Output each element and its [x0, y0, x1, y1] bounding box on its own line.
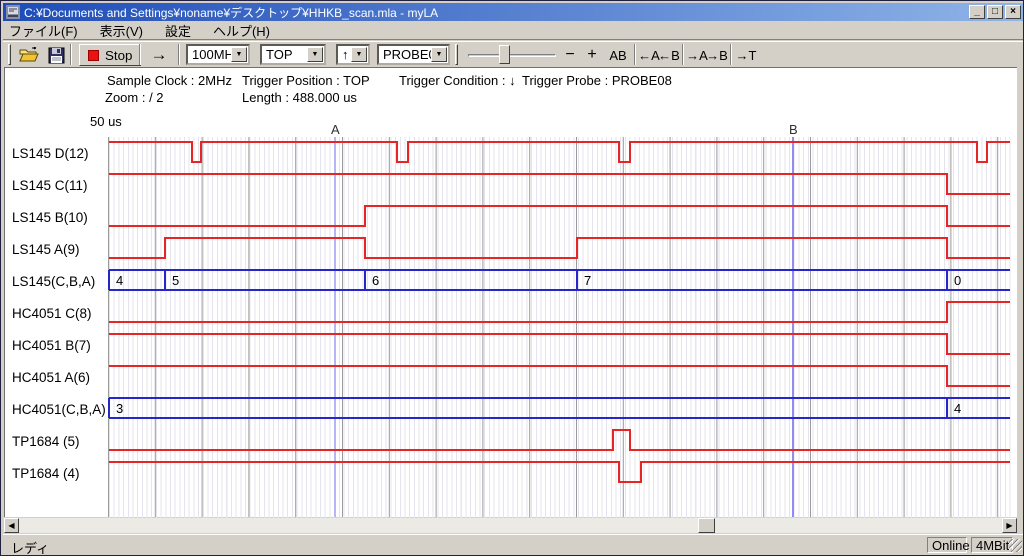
open-file-button[interactable] [17, 43, 41, 67]
menu-view[interactable]: 表示(V) [100, 21, 143, 40]
open-folder-icon [19, 47, 39, 63]
scroll-right-button[interactable]: ▶ [1002, 518, 1017, 533]
channel-label: HC4051 B(7) [12, 338, 91, 353]
app-icon [6, 5, 20, 19]
toolbar-separator [634, 44, 636, 65]
stop-icon [88, 50, 99, 61]
zoom-slider-track[interactable] [468, 54, 556, 57]
toolbar-grip [455, 44, 458, 65]
zoom-in-button[interactable]: + [583, 43, 601, 67]
goto-marker-b-right-button[interactable]: →B [707, 43, 727, 67]
zoom-slider-thumb[interactable] [499, 45, 510, 64]
chevron-down-icon[interactable]: ▼ [431, 47, 447, 62]
toolbar: Stop → 100MHz ▼ TOP ▼ ↑ ▼ PROBE00 ▼ − + … [3, 41, 1023, 67]
bus-value-label: 4 [954, 401, 961, 416]
title-bar: C:¥Documents and Settings¥noname¥デスクトップ¥… [3, 3, 1023, 21]
toolbar-separator [178, 44, 180, 65]
bus-value-label: 4 [116, 273, 123, 288]
bus-value-label: 7 [584, 273, 591, 288]
channel-label: TP1684 (5) [12, 434, 80, 449]
right-arrow-icon: ▶ [1006, 521, 1012, 530]
save-floppy-icon [48, 47, 65, 64]
save-file-button[interactable] [44, 43, 68, 67]
close-button[interactable]: × [1005, 5, 1021, 19]
menu-settings[interactable]: 設定 [165, 21, 191, 40]
channel-label: HC4051 C(8) [12, 306, 92, 321]
marker-a-label: A [331, 122, 340, 137]
chevron-down-icon[interactable]: ▼ [351, 47, 367, 62]
bus-value-label: 5 [172, 273, 179, 288]
channel-label: LS145 C(11) [12, 178, 88, 193]
horizontal-scrollbar[interactable]: ◀ ▶ [4, 518, 1017, 533]
sample-clock-select[interactable]: 100MHz ▼ [186, 44, 250, 65]
goto-marker-a-right-button[interactable]: →A [687, 43, 707, 67]
zoom-out-button[interactable]: − [561, 43, 579, 67]
scrollbar-thumb[interactable] [698, 518, 715, 533]
goto-trigger-button[interactable]: →T [736, 43, 756, 67]
bus-value-label: 0 [954, 273, 961, 288]
maximize-button[interactable]: □ [987, 5, 1003, 19]
waveform-trace [109, 334, 1010, 354]
chevron-down-icon[interactable]: ▼ [231, 47, 247, 62]
menu-file[interactable]: ファイル(F) [9, 21, 78, 40]
run-forward-button[interactable]: → [145, 43, 173, 67]
waveform-trace [109, 462, 1010, 482]
toolbar-separator [70, 44, 72, 65]
trigger-probe-select[interactable]: PROBE00 ▼ [377, 44, 450, 65]
bus-value-label: 3 [116, 401, 123, 416]
channel-label: LS145 B(10) [12, 210, 88, 225]
toolbar-separator [730, 44, 732, 65]
scroll-left-button[interactable]: ◀ [4, 518, 19, 533]
minimize-button[interactable]: _ [969, 5, 985, 19]
trigger-edge-select[interactable]: ↑ ▼ [336, 44, 370, 65]
channel-label: LS145 A(9) [12, 242, 80, 257]
goto-marker-b-left-button[interactable]: ←B [659, 43, 679, 67]
status-bar: レディ Online 4MBit [3, 534, 1023, 554]
status-online: Online [927, 537, 967, 553]
waveform-trace [109, 430, 1010, 450]
channel-label: HC4051(C,B,A) [12, 402, 106, 417]
waveform-panel: Sample Clock : 2MHz Trigger Position : T… [4, 67, 1017, 517]
stop-button[interactable]: Stop [79, 44, 141, 66]
status-message: レディ [11, 538, 49, 556]
toolbar-separator [682, 44, 684, 65]
status-memory: 4MBit [971, 537, 1013, 553]
goto-marker-a-left-button[interactable]: ←A [639, 43, 659, 67]
channel-label: LS145(C,B,A) [12, 274, 95, 289]
resize-grip[interactable] [1009, 539, 1022, 552]
trigger-position-select[interactable]: TOP ▼ [260, 44, 326, 65]
menu-bar: ファイル(F) 表示(V) 設定 ヘルプ(H) [3, 21, 1023, 40]
channel-label: LS145 D(12) [12, 146, 89, 161]
bus-value-label: 6 [372, 273, 379, 288]
left-arrow-icon: ◀ [8, 521, 14, 530]
waveform-trace [109, 142, 1010, 162]
marker-b-label: B [789, 122, 798, 137]
toolbar-separator [139, 44, 141, 65]
waveform-trace [109, 238, 1010, 258]
channel-label: TP1684 (4) [12, 466, 80, 481]
zoom-ab-button[interactable]: AB [605, 43, 631, 67]
application-window: C:¥Documents and Settings¥noname¥デスクトップ¥… [0, 0, 1024, 556]
waveform-trace [109, 366, 1010, 386]
waveform-canvas: A B LS145 D(12) LS145 C(11) LS145 B(10) LS145… [5, 68, 1018, 518]
toolbar-grip[interactable] [8, 44, 11, 65]
window-title: C:¥Documents and Settings¥noname¥デスクトップ¥… [24, 4, 438, 21]
waveform-trace [109, 302, 1010, 322]
menu-help[interactable]: ヘルプ(H) [213, 21, 270, 40]
channel-label: HC4051 A(6) [12, 370, 90, 385]
waveform-trace [109, 206, 1010, 226]
waveform-trace [109, 174, 1010, 194]
chevron-down-icon[interactable]: ▼ [307, 47, 323, 62]
